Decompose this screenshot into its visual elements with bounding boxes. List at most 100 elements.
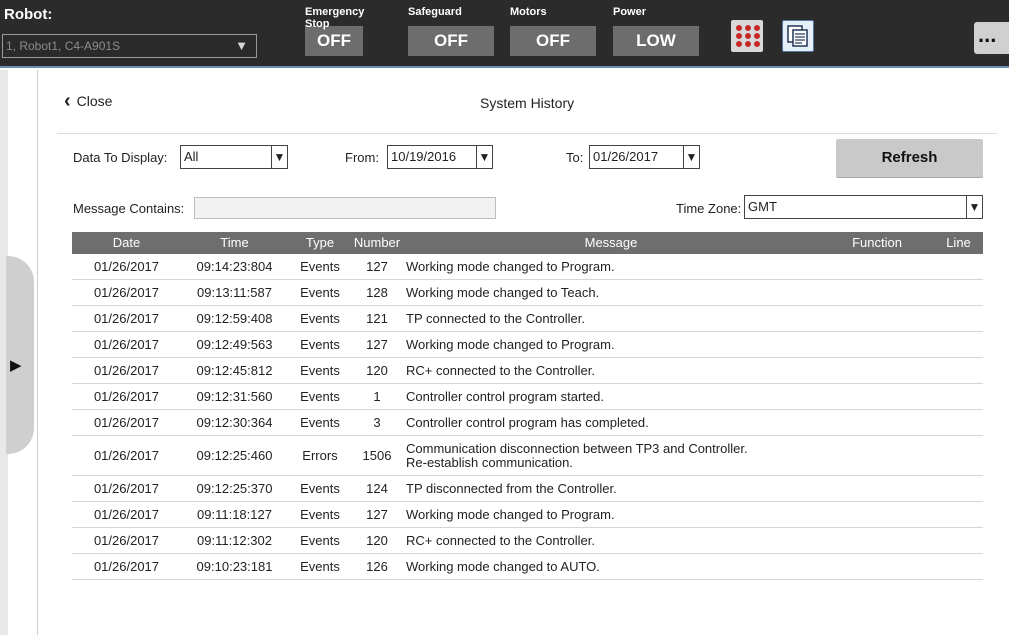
more-icon: ... — [978, 22, 997, 47]
table-row[interactable]: 01/26/2017 09:11:12:302 Events 120 RC+ conne… — [72, 528, 983, 554]
time-zone-value: GMT — [748, 199, 777, 214]
column-header-number: Number — [353, 235, 401, 250]
io-dot-icon — [736, 33, 742, 39]
table-row[interactable]: 01/26/2017 09:14:23:804 Events 127 Working m… — [72, 254, 983, 280]
divider — [37, 70, 38, 635]
cell-message: Working mode changed to Teach. — [406, 284, 600, 300]
cell-number: 124 — [366, 481, 388, 496]
column-header-line: Line — [946, 235, 971, 250]
table-row[interactable]: 01/26/2017 09:12:45:812 Events 120 RC+ conne… — [72, 358, 983, 384]
cell-type: Events — [300, 311, 340, 326]
motors-label: Motors — [510, 6, 547, 18]
power-value: LOW — [613, 26, 699, 56]
cell-date: 01/26/2017 — [93, 259, 160, 274]
cell-message: TP connected to the Controller. — [406, 310, 585, 326]
table-header: Date Time Type Number Message Function L… — [72, 232, 983, 254]
safeguard-label: Safeguard — [408, 6, 462, 18]
robot-select-value: 1, Robot1, C4-A901S — [6, 39, 121, 53]
cell-date: 01/26/2017 — [93, 389, 160, 404]
cell-time: 09:11:12:302 — [197, 533, 272, 548]
cell-message: Working mode changed to Program. — [406, 258, 615, 274]
cell-time: 09:12:25:460 — [196, 448, 273, 463]
cell-date: 01/26/2017 — [93, 481, 160, 496]
io-dot-icon — [754, 33, 760, 39]
cell-type: Events — [300, 259, 340, 274]
cell-date: 01/26/2017 — [93, 363, 160, 378]
cell-number: 127 — [366, 507, 388, 522]
from-date-select[interactable]: 10/19/2016 ▼ — [387, 145, 493, 169]
dropdown-triangle-icon: ▼ — [966, 196, 982, 218]
message-contains-label: Message Contains: — [73, 201, 185, 216]
io-dot-icon — [754, 41, 760, 47]
table-row[interactable]: 01/26/2017 09:12:25:460 Errors 1506 Communic… — [72, 436, 983, 476]
time-zone-label: Time Zone: — [676, 201, 742, 216]
divider — [57, 133, 997, 134]
dropdown-triangle-icon: ▼ — [683, 146, 699, 168]
expand-arrow-icon[interactable]: ▶ — [10, 356, 22, 374]
emergency-stop-status: Emergency Stop OFF — [305, 6, 365, 56]
dropdown-triangle-icon: ▼ — [476, 146, 492, 168]
table-row[interactable]: 01/26/2017 09:12:31:560 Events 1 Controller … — [72, 384, 983, 410]
to-date-value: 01/26/2017 — [593, 149, 659, 164]
cell-time: 09:13:11:587 — [197, 285, 272, 300]
cell-type: Events — [300, 507, 340, 522]
cell-time: 09:12:59:408 — [196, 311, 273, 326]
cell-type: Events — [300, 533, 340, 548]
cell-number: 127 — [366, 337, 388, 352]
page-title: System History — [480, 95, 575, 111]
table-row[interactable]: 01/26/2017 09:12:25:370 Events 124 TP discon… — [72, 476, 983, 502]
cell-type: Events — [300, 363, 340, 378]
close-button[interactable]: ‹ Close — [64, 90, 112, 112]
cell-time: 09:14:23:804 — [196, 259, 273, 274]
column-header-function: Function — [852, 235, 902, 250]
documents-button[interactable] — [782, 20, 814, 52]
message-contains-input[interactable] — [194, 197, 496, 219]
cell-date: 01/26/2017 — [93, 533, 160, 548]
cell-type: Events — [300, 559, 340, 574]
cell-message: RC+ connected to the Controller. — [406, 532, 595, 548]
cell-type: Errors — [302, 448, 338, 463]
cell-date: 01/26/2017 — [93, 311, 160, 326]
cell-date: 01/26/2017 — [93, 415, 160, 430]
data-to-display-label: Data To Display: — [73, 150, 168, 165]
history-table: Date Time Type Number Message Function L… — [72, 232, 983, 580]
column-header-type: Type — [305, 235, 335, 250]
to-date-select[interactable]: 01/26/2017 ▼ — [589, 145, 700, 169]
more-options-button[interactable]: ... — [974, 22, 1009, 54]
io-monitor-button[interactable] — [731, 20, 763, 52]
io-dot-icon — [736, 41, 742, 47]
cell-type: Events — [300, 415, 340, 430]
cell-date: 01/26/2017 — [93, 507, 160, 522]
table-row[interactable]: 01/26/2017 09:13:11:587 Events 128 Working m… — [72, 280, 983, 306]
cell-type: Events — [300, 481, 340, 496]
side-panel-tab[interactable] — [6, 256, 34, 454]
io-dot-icon — [754, 25, 760, 31]
cell-time: 09:11:18:127 — [197, 507, 272, 522]
cell-number: 126 — [366, 559, 388, 574]
cell-message: RC+ connected to the Controller. — [406, 362, 595, 378]
cell-message: Controller control program started. — [406, 388, 604, 404]
refresh-button[interactable]: Refresh — [836, 139, 983, 177]
to-label: To: — [566, 150, 584, 165]
time-zone-select[interactable]: GMT ▼ — [744, 195, 983, 219]
robot-select[interactable]: 1, Robot1, C4-A901S ▼ — [2, 34, 257, 58]
table-row[interactable]: 01/26/2017 09:12:49:563 Events 127 Working m… — [72, 332, 983, 358]
dropdown-triangle-icon: ▼ — [235, 38, 248, 53]
table-row[interactable]: 01/26/2017 09:12:59:408 Events 121 TP connec… — [72, 306, 983, 332]
motors-value: OFF — [510, 26, 596, 56]
cell-type: Events — [300, 389, 340, 404]
table-row[interactable]: 01/26/2017 09:10:23:181 Events 126 Working m… — [72, 554, 983, 580]
cell-date: 01/26/2017 — [93, 559, 160, 574]
from-date-value: 10/19/2016 — [391, 149, 457, 164]
power-status: Power LOW — [613, 6, 699, 56]
chevron-left-icon: ‹ — [64, 90, 71, 112]
cell-message: Controller control program has completed… — [406, 414, 649, 430]
emergency-stop-label: Emergency Stop — [305, 6, 365, 30]
cell-number: 120 — [366, 363, 388, 378]
data-to-display-select[interactable]: All ▼ — [180, 145, 288, 169]
table-row[interactable]: 01/26/2017 09:12:30:364 Events 3 Controller … — [72, 410, 983, 436]
table-row[interactable]: 01/26/2017 09:11:18:127 Events 127 Working m… — [72, 502, 983, 528]
cell-number: 120 — [366, 533, 388, 548]
dropdown-triangle-icon: ▼ — [271, 146, 287, 168]
motors-status: Motors OFF — [510, 6, 596, 56]
